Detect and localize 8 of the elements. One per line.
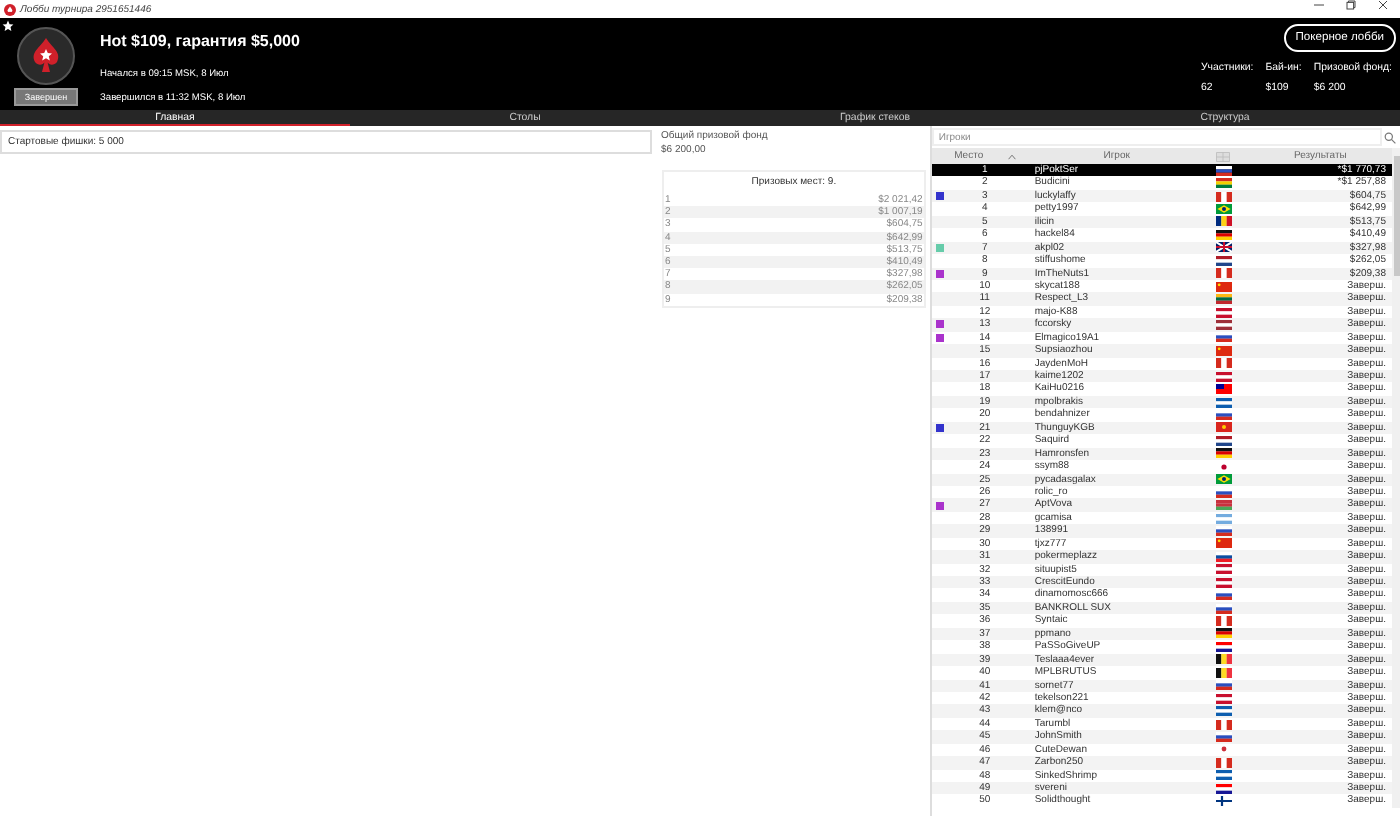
restore-icon[interactable] — [1345, 0, 1355, 10]
tournament-title: Hot $109, гарантия $5,000 — [100, 32, 302, 50]
minimize-icon[interactable] — [1313, 0, 1323, 10]
star-icon[interactable] — [2, 20, 14, 32]
close-icon[interactable] — [1377, 0, 1387, 10]
spade-logo — [16, 26, 76, 86]
sort-caret-icon[interactable] — [1007, 153, 1016, 159]
search-icon[interactable] — [1384, 131, 1396, 143]
